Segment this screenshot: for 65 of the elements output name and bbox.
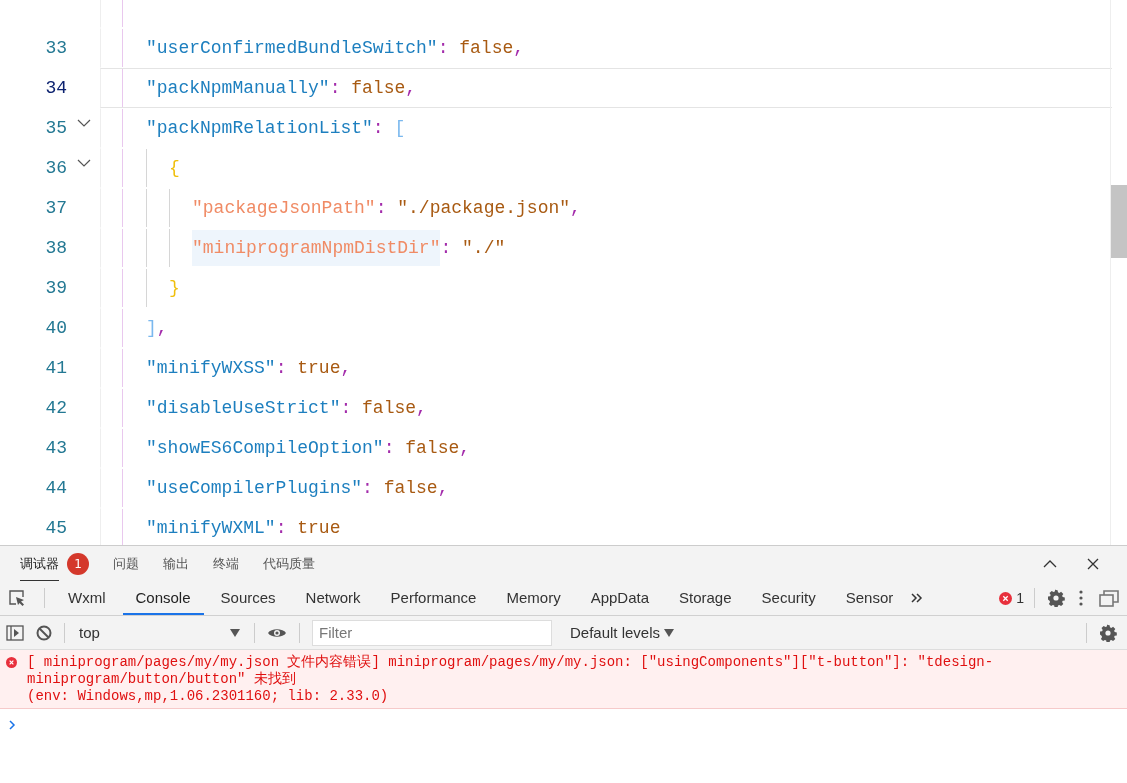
clear-icon[interactable] (36, 624, 52, 641)
eye-icon[interactable] (267, 626, 287, 639)
line-number: 45 (44, 518, 67, 538)
more-icon[interactable] (1079, 590, 1083, 606)
devtools-tab[interactable]: Wxml (55, 581, 119, 615)
error-text: [ miniprogram/pages/my/my.json 文件内容错误] miniprogram/pages/my/my.json: ["usingComponents"]["t-button"]: "tdesign-miniprogram/button/button" 未找到 (27, 654, 995, 688)
code-line: "showES6CompileOption": false, (146, 437, 471, 460)
code-line: "minifyWXML": true (146, 517, 341, 540)
panel-tab[interactable]: 问题 (113, 545, 139, 582)
code-line: "packNpmManually": false, (146, 77, 417, 100)
error-icon (6, 657, 17, 668)
count-badge: 1 (67, 552, 89, 575)
caret-icon (230, 628, 240, 637)
chevron-up-icon[interactable] (1043, 558, 1057, 569)
levels-dropdown[interactable]: Default levels (564, 623, 681, 642)
chevron-down-icon[interactable] (76, 118, 91, 128)
inspect-icon[interactable] (8, 589, 26, 607)
devtools-tab[interactable]: Memory (493, 581, 574, 615)
devtools-tab[interactable]: Performance (377, 581, 490, 615)
devtools-tab[interactable]: Sensor (832, 581, 907, 615)
line-number: 41 (44, 358, 67, 378)
settings-icon[interactable] (1099, 623, 1117, 642)
code-line: "disableUseStrict": false, (146, 397, 427, 420)
line-number: 38 (44, 238, 67, 258)
code-line: ], (146, 317, 168, 340)
line-number: 33 (44, 38, 67, 58)
line-number: 44 (44, 478, 67, 498)
code-line: } (169, 277, 180, 300)
line-number: 37 (44, 198, 67, 218)
line-number: 34 (44, 78, 67, 98)
code-line: "userConfirmedBundleSwitch": false, (146, 37, 525, 60)
double-chevron-icon[interactable] (910, 592, 925, 604)
devtools-tab[interactable]: Network (292, 581, 374, 615)
line-number: 39 (44, 278, 67, 298)
code-line: "minifyWXSS": true, (146, 357, 352, 380)
line-number: 40 (44, 318, 67, 338)
scrollbar-thumb[interactable] (1111, 185, 1127, 258)
devtools-tab[interactable]: Sources (207, 581, 289, 615)
caret-icon (664, 628, 675, 637)
devtools-tab[interactable]: AppData (577, 581, 662, 615)
panel-tab[interactable]: 代码质量 (263, 545, 315, 582)
chevron-down-icon[interactable] (76, 158, 91, 168)
code-line: { (169, 157, 180, 180)
code-line: "miniprogramNpmDistDir": "./" (192, 230, 506, 266)
panel-tab[interactable]: 输出 (163, 545, 189, 582)
error-count[interactable]: 1 (1016, 590, 1024, 606)
line-number: 36 (44, 158, 67, 178)
devtools-tab[interactable]: Storage (666, 581, 745, 615)
context-dropdown[interactable]: top (77, 624, 242, 641)
line-number: 35 (44, 118, 67, 138)
code-line: "useCompilerPlugins": false, (146, 477, 449, 500)
panel-tab[interactable]: 终端 (213, 545, 239, 582)
filter-field[interactable]: Filter (312, 619, 552, 646)
undock-icon[interactable] (1099, 589, 1119, 607)
devtools-tab[interactable]: Security (748, 581, 829, 615)
prompt-icon (8, 720, 16, 730)
code-line: "packNpmRelationList": [ (146, 117, 406, 140)
error-icon (999, 591, 1013, 605)
close-icon[interactable] (1087, 557, 1099, 570)
sidebar-toggle-icon[interactable] (6, 624, 24, 641)
line-number: 42 (44, 398, 67, 418)
error-detail: (env: Windows,mp,1.06.2301160; lib: 2.33.0) (27, 688, 390, 705)
code-line: "packageJsonPath": "./package.json", (192, 197, 581, 220)
line-number: 43 (44, 438, 67, 458)
settings-icon[interactable] (1047, 589, 1065, 607)
